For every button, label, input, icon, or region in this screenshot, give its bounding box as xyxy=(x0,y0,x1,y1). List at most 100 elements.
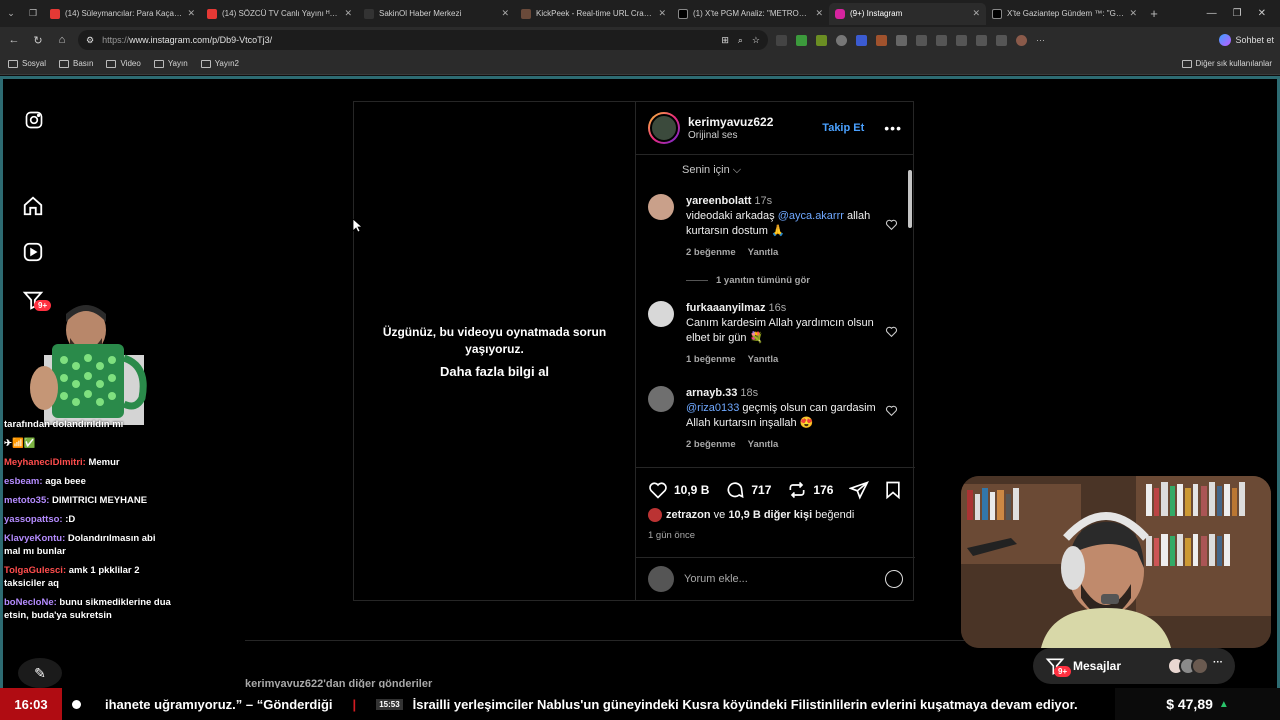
author-avatar[interactable] xyxy=(648,112,680,144)
close-tab-icon[interactable]: ✕ xyxy=(501,8,509,19)
extension-icon[interactable] xyxy=(836,34,847,46)
instagram-logo-icon[interactable] xyxy=(22,108,46,132)
browser-tab[interactable]: KickPeek - Real-time URL Crawler ✕ xyxy=(515,3,672,25)
url-field[interactable]: ⚙ https://www.instagram.com/p/Db9-VtcoTj… xyxy=(78,30,768,50)
extension-icon[interactable] xyxy=(776,34,787,46)
back-icon[interactable]: ← xyxy=(6,34,22,46)
close-tab-icon[interactable]: ✕ xyxy=(187,8,195,19)
author-username[interactable]: kerimyavuz622 xyxy=(688,115,773,129)
trend-up-icon: ▲ xyxy=(1218,698,1229,710)
tab-title: X'te Gaziantep Gündem ™: "Gazi xyxy=(1007,9,1125,18)
liker-avatar[interactable] xyxy=(648,508,662,522)
collections-icon[interactable] xyxy=(956,34,967,46)
mention-link[interactable]: @ayca.akarrr xyxy=(778,210,844,222)
browser-tab[interactable]: (14) SÖZCÜ TV Canlı Yayını ᴴᴰ - Y ✕ xyxy=(201,3,358,25)
extension-icon[interactable] xyxy=(856,34,867,46)
extension-icon[interactable] xyxy=(876,34,887,46)
browser-tab[interactable]: SakinOl Haber Merkezi ✕ xyxy=(358,3,515,25)
commenter-username[interactable]: furkaaanyilmaz xyxy=(686,302,765,314)
close-tab-icon[interactable]: ✕ xyxy=(658,8,666,19)
new-tab-icon[interactable]: + xyxy=(1143,4,1165,24)
compose-button[interactable]: ✎ xyxy=(18,658,62,688)
more-menu-icon[interactable]: ··· xyxy=(1036,35,1045,45)
share-send-icon[interactable] xyxy=(849,480,870,500)
browser-tab[interactable]: X'te Gaziantep Gündem ™: "Gazi ✕ xyxy=(986,3,1143,25)
bookmark-folder[interactable]: Video xyxy=(106,59,141,68)
split-view-icon[interactable] xyxy=(916,34,927,46)
browser-essentials-icon[interactable] xyxy=(976,34,987,46)
comments-scrollbar[interactable] xyxy=(907,160,913,460)
repost-count[interactable]: 176 xyxy=(813,483,833,497)
emoji-icon[interactable] xyxy=(885,570,903,588)
comment-like-heart-icon[interactable] xyxy=(885,404,898,417)
mention-link[interactable]: @riza0133 xyxy=(686,402,739,414)
reload-icon[interactable]: ↻ xyxy=(30,34,46,47)
site-info-icon[interactable]: ⚙ xyxy=(86,35,94,46)
commenter-avatar[interactable] xyxy=(648,386,674,412)
close-tab-icon[interactable]: ✕ xyxy=(1129,8,1137,19)
comment-likes[interactable]: 2 beğenme xyxy=(686,245,736,260)
close-window-icon[interactable]: ✕ xyxy=(1258,8,1266,19)
maximize-icon[interactable]: ❐ xyxy=(1233,8,1242,19)
liker-username[interactable]: zetrazon xyxy=(666,509,711,521)
bookmark-folder[interactable]: Sosyal xyxy=(8,59,46,68)
liked-by-count[interactable]: 10,9 B diğer kişi xyxy=(728,509,812,521)
browser-tab[interactable]: (1) X'te PGM Analiz: "METROPOL ✕ xyxy=(672,3,829,25)
comment-likes[interactable]: 2 beğenme xyxy=(686,437,736,452)
scrollbar-thumb[interactable] xyxy=(908,170,912,228)
comment-bubble-icon[interactable] xyxy=(725,480,745,500)
bookmark-label: Video xyxy=(120,59,141,68)
view-replies-link[interactable]: 1 yanıtın tümünü gör xyxy=(686,275,810,286)
comment-likes[interactable]: 1 beğenme xyxy=(686,352,736,367)
comment-count[interactable]: 717 xyxy=(751,483,771,497)
zoom-icon[interactable]: ⌕ xyxy=(738,35,743,46)
extensions-puzzle-icon[interactable] xyxy=(896,34,907,46)
bookmark-folder[interactable]: Basın xyxy=(59,59,93,68)
like-count[interactable]: 10,9 B xyxy=(674,483,709,497)
reply-button[interactable]: Yanıtla xyxy=(748,245,779,260)
other-favorites-folder[interactable]: Diğer sık kullanılanlar xyxy=(1181,59,1272,68)
video-player[interactable]: Üzgünüz, bu videoyu oynatmada sorun yaşı… xyxy=(354,102,635,600)
tab-list-chevron-icon[interactable]: ⌄ xyxy=(0,4,22,24)
minimize-icon[interactable]: — xyxy=(1207,8,1217,19)
profile-avatar[interactable] xyxy=(1016,34,1027,46)
comment-like-heart-icon[interactable] xyxy=(885,218,898,231)
close-tab-icon[interactable]: ✕ xyxy=(815,8,823,19)
home-icon[interactable] xyxy=(21,194,45,218)
bookmark-folder[interactable]: Yayın2 xyxy=(200,59,239,68)
video-error-message: Üzgünüz, bu videoyu oynatmada sorun yaşı… xyxy=(382,324,607,356)
comment-like-heart-icon[interactable] xyxy=(885,325,898,338)
commenter-username[interactable]: arnayb.33 xyxy=(686,387,737,399)
reply-button[interactable]: Yanıtla xyxy=(748,437,779,452)
close-tab-icon[interactable]: ✕ xyxy=(344,8,352,19)
home-icon[interactable]: ⌂ xyxy=(54,34,70,46)
bookmark-folder[interactable]: Yayın xyxy=(153,59,188,68)
close-tab-icon[interactable]: ✕ xyxy=(972,8,980,19)
commenter-avatar[interactable] xyxy=(648,301,674,327)
favorite-star-icon[interactable]: ☆ xyxy=(752,35,760,46)
browser-tab[interactable]: (14) Süleymancılar: Para Kaçakçılı ✕ xyxy=(44,3,201,25)
repost-icon[interactable] xyxy=(787,480,807,500)
reels-icon[interactable] xyxy=(21,240,45,264)
site-icon xyxy=(364,8,374,19)
follow-button[interactable]: Takip Et xyxy=(822,122,864,134)
more-options-icon[interactable]: ••• xyxy=(884,120,902,136)
post-modal: Üzgünüz, bu videoyu oynatmada sorun yaşı… xyxy=(353,101,915,601)
reply-button[interactable]: Yanıtla xyxy=(748,352,779,367)
extension-icon[interactable] xyxy=(796,34,807,46)
audio-label[interactable]: Orijinal ses xyxy=(688,130,773,141)
favorites-icon[interactable] xyxy=(936,34,947,46)
extension-icon[interactable] xyxy=(816,34,827,46)
browser-tab-active[interactable]: (9+) Instagram ✕ xyxy=(829,2,986,25)
save-bookmark-icon[interactable] xyxy=(883,480,903,500)
apps-icon[interactable]: ⊞ xyxy=(721,35,729,46)
downloads-icon[interactable] xyxy=(996,34,1007,46)
like-heart-icon[interactable] xyxy=(648,480,668,500)
commenter-avatar[interactable] xyxy=(648,194,674,220)
copilot-chat-button[interactable]: Sohbet et xyxy=(1219,34,1274,46)
workspaces-icon[interactable]: ❐ xyxy=(22,4,44,24)
learn-more-link[interactable]: Daha fazla bilgi al xyxy=(440,364,549,379)
comment-sort-dropdown[interactable]: Senin için ⌵ xyxy=(682,164,741,177)
commenter-username[interactable]: yareenbolatt xyxy=(686,195,751,207)
comment-input[interactable]: Yorum ekle... xyxy=(684,573,748,585)
